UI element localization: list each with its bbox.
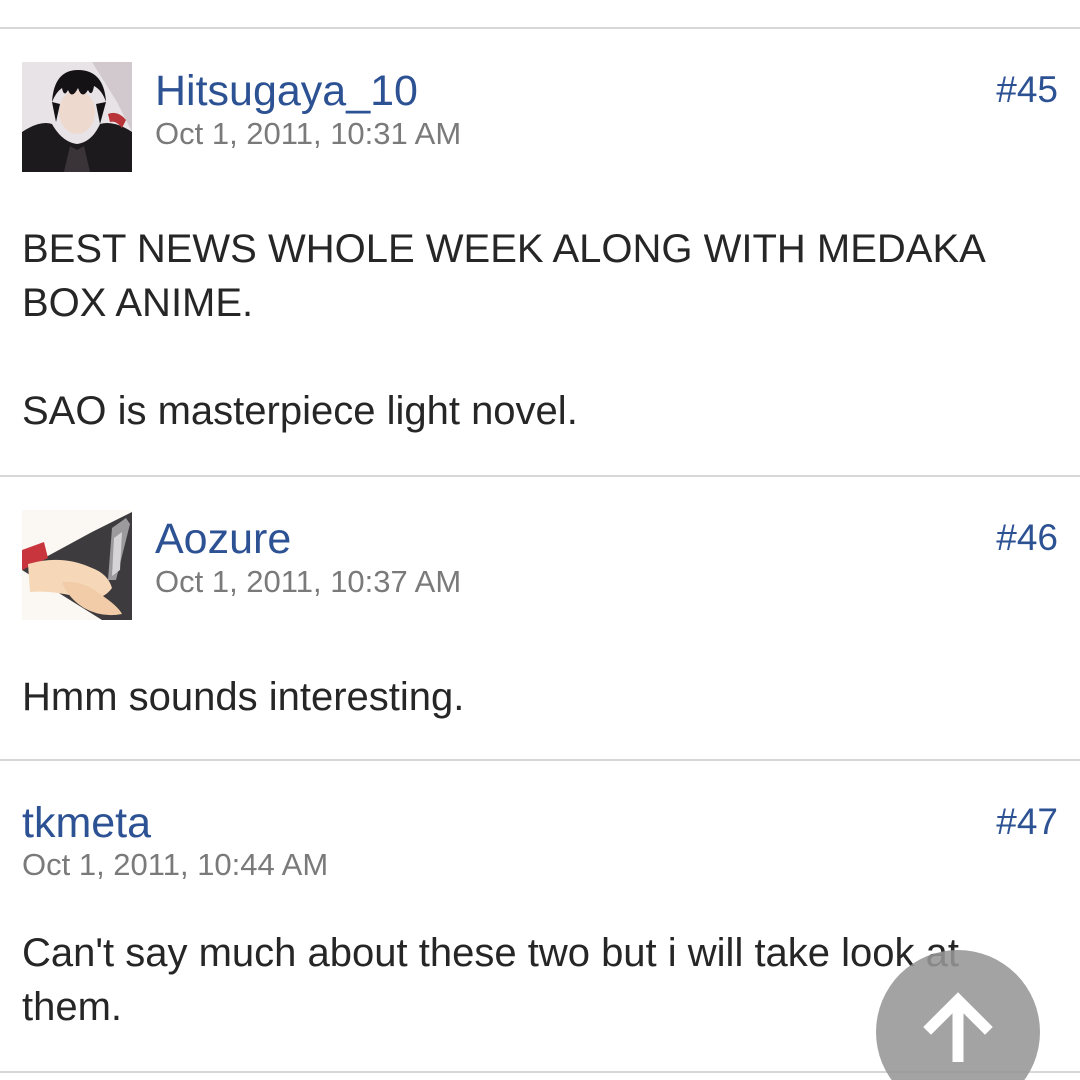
post-body: BEST NEWS WHOLE WEEK ALONG WITH MEDAKA B… [22, 222, 1052, 438]
post-number-link[interactable]: #47 [996, 803, 1058, 840]
post-body: Hmm sounds interesting. [22, 670, 1052, 724]
post-paragraph: Hmm sounds interesting. [22, 675, 465, 719]
avatar[interactable] [22, 62, 132, 172]
post-timestamp: Oct 1, 2011, 10:31 AM [155, 116, 462, 151]
arrow-up-icon [923, 992, 993, 1062]
username-link[interactable]: Hitsugaya_10 [155, 70, 418, 113]
post-timestamp: Oct 1, 2011, 10:37 AM [155, 564, 462, 599]
post-divider [0, 475, 1080, 477]
post-paragraph: SAO is masterpiece light novel. [22, 389, 578, 433]
avatar[interactable] [22, 510, 132, 620]
username-link[interactable]: Aozure [155, 518, 291, 561]
post-divider [0, 759, 1080, 761]
post-paragraph: BEST NEWS WHOLE WEEK ALONG WITH MEDAKA B… [22, 227, 984, 325]
avatar-image [22, 510, 132, 620]
scroll-to-top-button[interactable] [876, 950, 1040, 1080]
username-link[interactable]: tkmeta [22, 802, 151, 845]
post-timestamp: Oct 1, 2011, 10:44 AM [22, 847, 329, 882]
post-number-link[interactable]: #46 [996, 519, 1058, 556]
post-number-link[interactable]: #45 [996, 71, 1058, 108]
post-divider [0, 27, 1080, 29]
avatar-image [22, 62, 132, 172]
